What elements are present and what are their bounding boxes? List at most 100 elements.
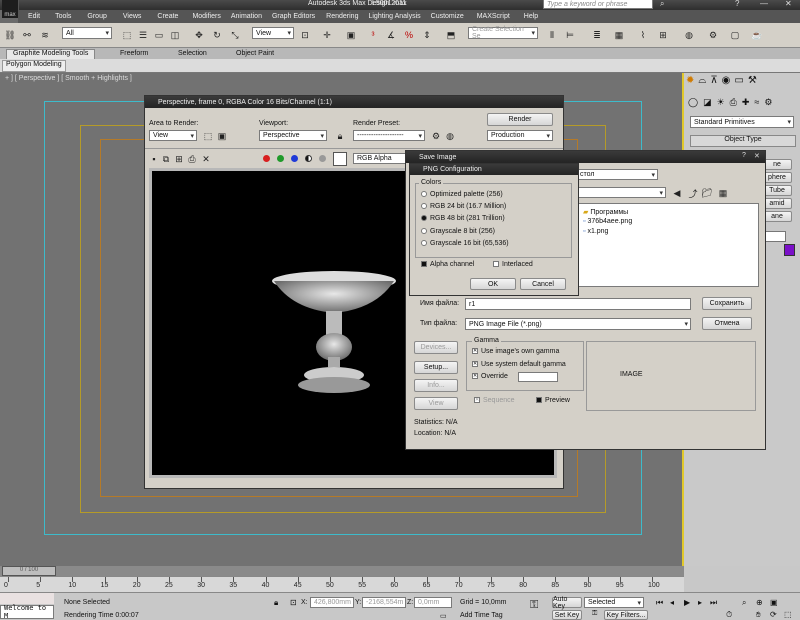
move-icon[interactable]: ✥	[192, 28, 206, 42]
menu-customize[interactable]: Customize	[431, 13, 464, 20]
alpha-channel-icon[interactable]	[305, 155, 312, 162]
schematic-view-icon[interactable]: ⊞	[656, 28, 670, 42]
lock-viewport-icon[interactable]: 🔒︎	[333, 129, 347, 143]
keyboard-shortcut-icon[interactable]: ▣	[344, 28, 358, 42]
green-channel-icon[interactable]	[277, 155, 284, 162]
menu-group[interactable]: Group	[87, 13, 106, 20]
menu-rendering[interactable]: Rendering	[326, 13, 358, 20]
alpha-channel-checkbox[interactable]: Alpha channel	[421, 261, 474, 268]
object-button-tube[interactable]: Tube	[762, 185, 792, 196]
orbit-icon[interactable]: ⟳	[770, 610, 777, 619]
minimize-icon[interactable]: —	[760, 0, 768, 8]
primitive-category-dropdown[interactable]: Standard Primitives	[690, 116, 794, 128]
auto-region-icon[interactable]: ▣	[215, 129, 229, 143]
window-crossing-icon[interactable]: ◫	[168, 28, 182, 42]
create-tab-icon[interactable]: ✹	[686, 75, 694, 87]
tab-object-paint[interactable]: Object Paint	[236, 50, 274, 57]
lights-icon[interactable]: ☀	[717, 97, 725, 111]
menu-create[interactable]: Create	[157, 13, 178, 20]
geometry-icon[interactable]: ◯	[688, 97, 698, 111]
selection-filter-dropdown[interactable]: All	[62, 27, 112, 39]
object-type-rollout[interactable]: Object Type	[690, 135, 796, 147]
zoom-all-icon[interactable]: ⊕	[756, 598, 763, 607]
unlink-icon[interactable]: ⚯	[20, 28, 34, 42]
tab-freeform[interactable]: Freeform	[120, 50, 148, 57]
object-button-pyramid[interactable]: amid	[762, 198, 792, 209]
color-option-rgb24[interactable]: RGB 24 bit (16.7 Million)	[421, 203, 506, 210]
render-button[interactable]: Render	[487, 113, 553, 126]
systems-icon[interactable]: ⚙	[764, 97, 772, 111]
display-tab-icon[interactable]: ▭	[734, 75, 743, 87]
gamma-system-option[interactable]: ✕ Use system default gamma	[472, 361, 566, 368]
menu-maxscript[interactable]: MAXScript	[477, 13, 510, 20]
history-dropdown[interactable]	[576, 187, 666, 198]
cameras-icon[interactable]: ⎙	[730, 97, 737, 111]
percent-snap-icon[interactable]: %	[402, 28, 416, 42]
app-logo-icon[interactable]: max	[2, 0, 19, 18]
rotate-icon[interactable]: ↻	[210, 28, 224, 42]
snaps-toggle-icon[interactable]: ³	[366, 28, 380, 42]
link-icon[interactable]: ⛓	[3, 28, 17, 42]
area-to-render-dropdown[interactable]: View	[149, 130, 197, 141]
radio-optimized[interactable]	[421, 191, 427, 198]
scale-icon[interactable]: ⤡	[228, 28, 242, 42]
filename-input[interactable]: r1	[465, 298, 691, 310]
zoom-icon[interactable]: ⌕	[742, 598, 746, 608]
menu-edit[interactable]: Edit	[28, 13, 40, 20]
menu-help[interactable]: Help	[524, 13, 538, 20]
edit-named-selection-icon[interactable]: ⬒	[444, 28, 458, 42]
new-folder-icon[interactable]: 📁︎	[700, 186, 714, 200]
file-list[interactable]: ▰ Программы ▫ 376b4aee.png ▫ x1.png	[576, 203, 759, 287]
spinner-snap-icon[interactable]: ⇕	[420, 28, 434, 42]
named-selection-dropdown[interactable]: Create Selection Se	[468, 26, 538, 40]
object-button-cone[interactable]: ne	[762, 159, 792, 170]
list-item[interactable]: ▰ Программы	[583, 208, 628, 216]
save-dialog-close-icon[interactable]: ✕	[754, 152, 760, 160]
shapes-icon[interactable]: ◪	[703, 97, 712, 111]
graphite-toggle-icon[interactable]: ▦	[612, 28, 626, 42]
setup-button[interactable]: Setup...	[414, 361, 458, 374]
bind-space-warp-icon[interactable]: ≋	[38, 28, 52, 42]
name-field[interactable]	[764, 231, 786, 242]
align-icon[interactable]: ⊨	[563, 28, 577, 42]
color-option-gray16[interactable]: Grayscale 16 bit (65,536)	[421, 240, 509, 247]
selection-lock-icon[interactable]: 🔒︎	[274, 598, 278, 608]
view-button[interactable]: View	[414, 397, 458, 410]
render-preset-dropdown[interactable]: --------------------	[353, 130, 425, 141]
print-image-icon[interactable]: ⎙	[185, 152, 199, 166]
render-production-icon[interactable]: ☕	[750, 28, 764, 42]
menu-modifiers[interactable]: Modifiers	[192, 13, 220, 20]
viewport-label[interactable]: + ] [ Perspective ] [ Smooth + Highlight…	[5, 75, 132, 82]
maxscript-mini-top[interactable]	[0, 593, 54, 604]
select-manipulate-icon[interactable]: ✛	[320, 28, 334, 42]
rendered-frame-window-icon[interactable]: ▢	[728, 28, 742, 42]
menu-graph-editors[interactable]: Graph Editors	[272, 13, 315, 20]
previous-frame-icon[interactable]: ◂	[670, 598, 674, 607]
mirror-icon[interactable]: ⫴	[545, 28, 559, 42]
clear-icon[interactable]: ✕	[199, 152, 213, 166]
override-gamma-input[interactable]	[518, 372, 558, 382]
menu-tools[interactable]: Tools	[55, 13, 71, 20]
object-button-plane[interactable]: ane	[762, 211, 792, 222]
interlaced-checkbox[interactable]: Interlaced	[493, 261, 533, 268]
maximize-viewport-icon[interactable]: ⬚	[784, 610, 792, 619]
info-button[interactable]: Info...	[414, 379, 458, 392]
key-filter-icon[interactable]: ⚿	[592, 610, 597, 618]
cancel-button[interactable]: Отмена	[702, 317, 752, 330]
helpers-icon[interactable]: ✚	[742, 97, 750, 111]
track-bar[interactable]: 0 5 10 15 20 25 30 35 40 45 50 55 60 65 70 75 80 85 90 95 10…	[0, 576, 684, 593]
next-frame-icon[interactable]: ▸	[698, 598, 702, 607]
render-setup-icon[interactable]: ⚙	[706, 28, 720, 42]
go-to-end-icon[interactable]: ⏭	[710, 598, 717, 608]
render-viewport-dropdown[interactable]: Perspective	[259, 130, 327, 141]
modify-tab-icon[interactable]: ⌓	[698, 75, 706, 87]
tab-selection[interactable]: Selection	[178, 50, 207, 57]
menu-lighting-analysis[interactable]: Lighting Analysis	[368, 13, 420, 20]
auto-key-button[interactable]: Auto Key	[552, 596, 582, 610]
z-coordinate-field[interactable]: 0,0mm	[414, 597, 452, 608]
menu-views[interactable]: Views	[123, 13, 142, 20]
back-icon[interactable]: ◀	[670, 186, 684, 200]
channel-display-dropdown[interactable]: RGB Alpha	[353, 153, 413, 164]
environment-icon[interactable]: ◍	[443, 129, 457, 143]
time-slider-thumb[interactable]: 0 / 100	[2, 566, 56, 576]
